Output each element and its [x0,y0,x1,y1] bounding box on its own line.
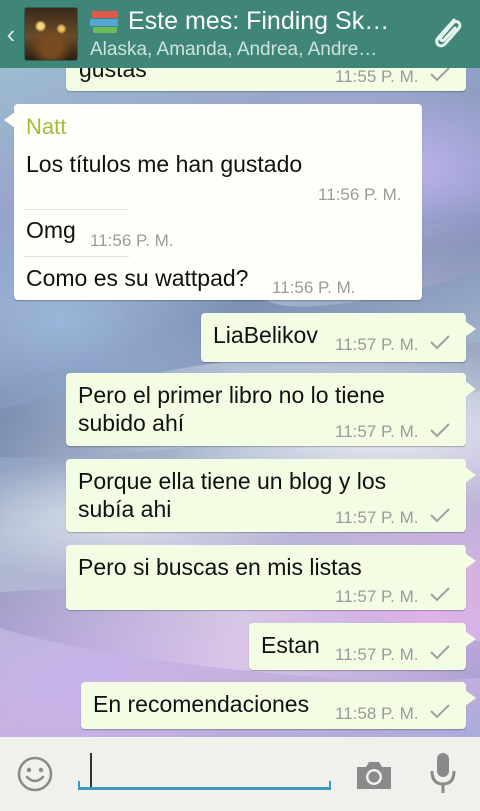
sent-check-icon [430,67,450,82]
sent-check-icon [430,423,450,438]
emoji-icon[interactable] [16,755,54,793]
message-input-bar [0,737,480,811]
message-time: 11:57 P. M. [335,508,419,527]
chat-participants: Alaska, Amanda, Andrea, Andre… [90,39,378,60]
sender-name: Natt [26,114,67,139]
camera-icon[interactable] [354,757,394,793]
message-time: 11:57 P. M. [335,645,419,664]
sent-check-icon [430,645,450,660]
message-time: 11:57 P. M. [335,422,419,441]
books-icon [90,10,120,33]
sent-check-icon [430,335,450,350]
message-divider [24,209,129,210]
input-underline [78,781,331,790]
message-text: Estan [261,632,320,658]
microphone-icon[interactable] [428,751,458,797]
sent-check-icon [430,508,450,523]
message-bubble-incoming[interactable]: Natt Los títulos me han gustado 11:56 P.… [4,104,422,300]
chat-header: ‹ Este mes: Finding Sk… Alaska, Amanda, … [0,0,480,68]
back-button[interactable]: ‹ [0,0,22,68]
group-avatar[interactable] [24,7,78,61]
message-bubble-outgoing[interactable]: Estan 11:57 P. M. [249,623,476,670]
message-text: En recomendaciones [93,691,310,717]
message-time: 11:57 P. M. [335,335,419,354]
sent-check-icon [430,704,450,719]
message-bubble-outgoing[interactable]: En recomendaciones 11:58 P. M. [81,682,476,729]
message-text: Omg [26,217,76,243]
message-time: 11:55 P. M. [335,67,419,86]
chat-title: Este mes: Finding Sk… [128,7,390,35]
message-bubble-outgoing[interactable]: LiaBelikov 11:57 P. M. [201,313,476,362]
chat-title-area[interactable]: Este mes: Finding Sk… Alaska, Amanda, An… [90,7,416,61]
message-time: 11:58 P. M. [335,704,419,723]
message-text: Pero si buscas en mis listas [78,554,362,580]
message-time: 11:56 P. M. [90,231,174,250]
message-bubble-outgoing[interactable]: Pero el primer libro no lo tiene subido … [66,373,476,446]
message-time: 11:56 P. M. [318,185,402,204]
sent-check-icon [430,587,450,602]
message-input[interactable] [96,755,326,785]
message-bubble-outgoing[interactable]: Porque ella tiene un blog y los subía ah… [66,459,476,532]
message-text: LiaBelikov [213,322,318,348]
text-caret [90,753,92,787]
paperclip-icon [435,18,462,48]
message-time: 11:57 P. M. [335,587,419,606]
message-text: Los títulos me han gustado [26,151,303,177]
message-text: Como es su wattpad? [26,265,249,291]
message-divider [24,256,129,257]
message-time: 11:56 P. M. [272,278,356,297]
message-bubble-outgoing[interactable]: Pero si buscas en mis listas 11:57 P. M. [66,545,476,610]
attach-button[interactable] [416,0,480,68]
